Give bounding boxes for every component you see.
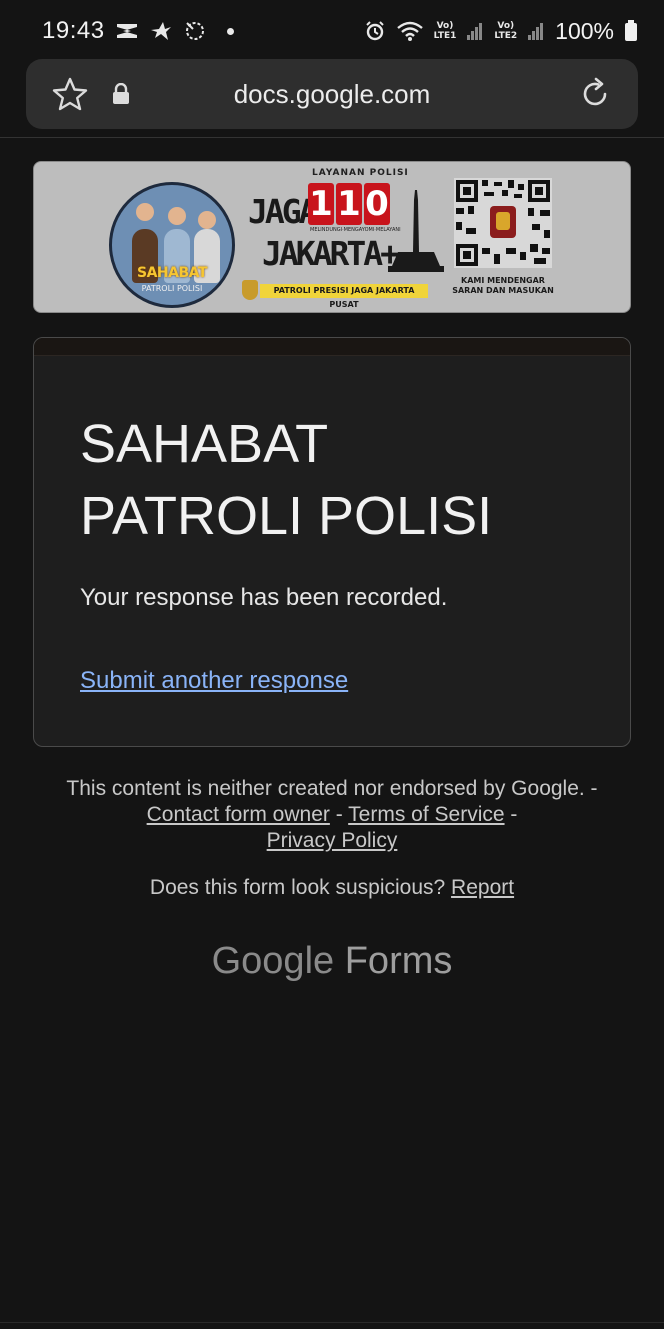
digit: 0 <box>364 183 390 225</box>
badge-subtitle: PATROLI POLISI <box>141 284 203 293</box>
monas-monument-icon <box>388 186 444 283</box>
battery-percentage: 100% <box>555 17 614 44</box>
banner-jakarta-word: JAKARTA+ <box>262 234 400 273</box>
browser-divider <box>0 137 664 138</box>
sim1-volte-label: Vo) <box>436 21 454 31</box>
card-accent-bar <box>34 338 630 356</box>
sahabat-badge-logo: SAHABAT PATROLI POLISI <box>109 182 235 308</box>
qr-caption-line1: KAMI MENDENGAR <box>461 276 545 285</box>
suspicious-text: Does this form look suspicious? <box>149 876 452 899</box>
confirmation-message: Your response has been recorded. <box>80 584 448 611</box>
capcut-icon <box>115 21 139 41</box>
privacy-policy-link[interactable]: Privacy Policy <box>267 829 398 852</box>
banner-jaga-word: JAGA <box>248 192 319 231</box>
disclaimer-text: This content is neither created nor endo… <box>66 777 598 800</box>
sim2-network-label: Vo) LTE2 <box>494 21 517 41</box>
form-title-line1: SAHABAT <box>80 414 329 474</box>
battery-icon <box>624 20 638 42</box>
banner-strip: PATROLI PRESISI JAGA JAKARTA PUSAT <box>260 284 428 309</box>
sim1-network-label: Vo) LTE1 <box>434 21 457 41</box>
sync-icon <box>183 19 207 43</box>
qr-code-icon <box>454 178 552 268</box>
digit: 1 <box>336 183 362 225</box>
status-bar: 19:43 Vo) LTE1 Vo) LTE2 100% <box>0 0 664 62</box>
form-confirmation-card: SAHABAT PATROLI POLISI Your response has… <box>33 337 631 747</box>
status-left: 19:43 <box>42 17 234 45</box>
wifi-icon <box>396 20 424 42</box>
google-disclaimer: This content is neither created nor endo… <box>60 776 604 854</box>
forms-wordmark: Forms <box>344 940 453 982</box>
alarm-icon <box>364 20 386 42</box>
banner-110-number: 1 1 0 <box>308 183 390 225</box>
badge-title: SAHABAT <box>137 265 207 281</box>
banner-110-subtitle: MELINDUNGI·MENGAYOMI·MELAYANI <box>310 227 401 233</box>
suspicious-form-prompt: Does this form look suspicious? Report <box>60 876 604 900</box>
digit: 1 <box>308 183 334 225</box>
woman-head <box>198 211 216 229</box>
reload-icon[interactable] <box>578 77 612 111</box>
status-time: 19:43 <box>42 17 105 44</box>
form-title: SAHABAT PATROLI POLISI <box>80 408 580 552</box>
qr-caption: KAMI MENDENGAR SARAN DAN MASUKAN <box>448 276 558 296</box>
lock-icon[interactable] <box>112 83 130 105</box>
sim1-lte-label: LTE1 <box>433 31 457 41</box>
status-right: Vo) LTE1 Vo) LTE2 100% <box>364 18 638 45</box>
address-bar[interactable]: docs.google.com <box>26 59 638 129</box>
google-forms-logo[interactable]: Google Forms <box>0 940 664 983</box>
qr-caption-line2: SARAN DAN MASUKAN <box>452 286 554 295</box>
police-emblem-icon <box>242 280 258 300</box>
signal-sim1-icon <box>466 21 484 41</box>
banner-top-label: LAYANAN POLISI <box>312 168 409 178</box>
notification-dot-icon <box>226 27 234 35</box>
officer-head <box>136 203 154 221</box>
bottom-divider <box>0 1322 664 1323</box>
citizen-head <box>168 207 186 225</box>
separator: - <box>329 803 349 826</box>
bird-icon <box>149 20 173 42</box>
contact-form-owner-link[interactable]: Contact form owner <box>147 803 330 826</box>
sim2-volte-label: Vo) <box>497 21 515 31</box>
signal-sim2-icon <box>527 21 545 41</box>
sim2-lte-label: LTE2 <box>494 31 518 41</box>
form-header-banner: SAHABAT PATROLI POLISI LAYANAN POLISI JA… <box>33 161 631 313</box>
form-title-line2: PATROLI POLISI <box>80 486 493 546</box>
google-wordmark: Google <box>211 940 335 982</box>
terms-of-service-link[interactable]: Terms of Service <box>348 803 504 826</box>
submit-another-response-link[interactable]: Submit another response <box>80 667 348 695</box>
bookmark-star-icon[interactable] <box>52 77 88 111</box>
report-link[interactable]: Report <box>451 876 514 899</box>
separator: - <box>504 803 518 826</box>
